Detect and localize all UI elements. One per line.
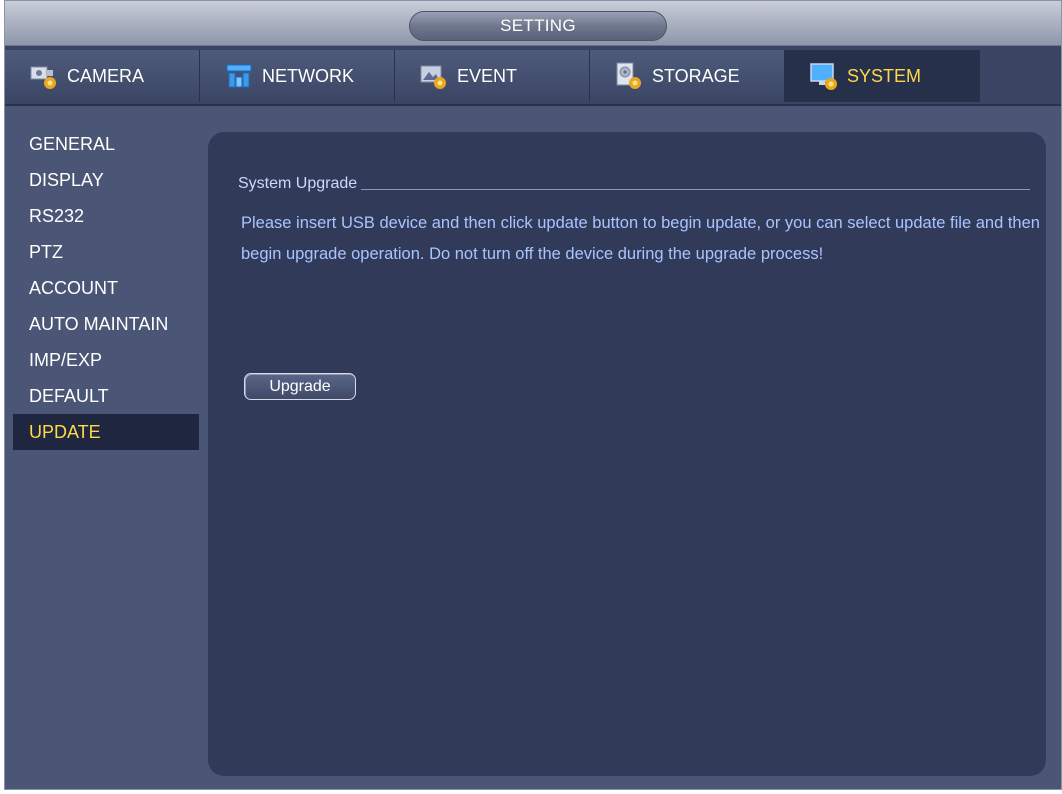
tab-system-label: SYSTEM bbox=[847, 65, 922, 86]
sidebar-menu: GENERAL DISPLAY RS232 PTZ ACCOUNT AUTO M… bbox=[13, 126, 199, 450]
sidebar-item-ptz[interactable]: PTZ bbox=[13, 234, 199, 270]
storage-icon bbox=[616, 62, 641, 89]
tab-network-label: NETWORK bbox=[262, 65, 354, 86]
tab-event-label: EVENT bbox=[457, 65, 518, 86]
update-panel: System Upgrade Please insert USB device … bbox=[208, 132, 1046, 776]
tab-event[interactable]: EVENT bbox=[395, 50, 590, 102]
sidebar-item-account[interactable]: ACCOUNT bbox=[13, 270, 199, 306]
event-icon bbox=[420, 65, 446, 89]
title-bar: SETTING bbox=[5, 1, 1061, 46]
tab-camera[interactable]: CAMERA bbox=[5, 50, 200, 102]
network-icon bbox=[226, 64, 252, 88]
section-title: System Upgrade bbox=[238, 175, 362, 193]
sidebar-item-display[interactable]: DISPLAY bbox=[13, 162, 199, 198]
sidebar-item-imp-exp[interactable]: IMP/EXP bbox=[13, 342, 199, 378]
sidebar-item-general[interactable]: GENERAL bbox=[13, 126, 199, 162]
window-title: SETTING bbox=[409, 11, 667, 41]
tab-camera-label: CAMERA bbox=[67, 65, 145, 86]
settings-window: SETTING CAMERA NETWORK EVENT STORAGE SYS… bbox=[4, 0, 1062, 790]
upgrade-button[interactable]: Upgrade bbox=[244, 373, 356, 400]
sidebar-item-update[interactable]: UPDATE bbox=[13, 414, 199, 450]
sidebar-item-default[interactable]: DEFAULT bbox=[13, 378, 199, 414]
sidebar-item-rs232[interactable]: RS232 bbox=[13, 198, 199, 234]
tab-system[interactable]: SYSTEM bbox=[785, 50, 980, 102]
upgrade-instructions: Please insert USB device and then click … bbox=[241, 214, 1040, 263]
tab-storage-label: STORAGE bbox=[652, 65, 740, 86]
main-tab-bar: CAMERA NETWORK EVENT STORAGE SYSTEM bbox=[5, 46, 1061, 106]
tab-network[interactable]: NETWORK bbox=[200, 50, 395, 102]
tab-storage[interactable]: STORAGE bbox=[590, 50, 785, 102]
system-monitor-icon bbox=[810, 63, 837, 90]
camera-settings-icon bbox=[30, 66, 56, 89]
sidebar-item-auto-maintain[interactable]: AUTO MAINTAIN bbox=[13, 306, 199, 342]
